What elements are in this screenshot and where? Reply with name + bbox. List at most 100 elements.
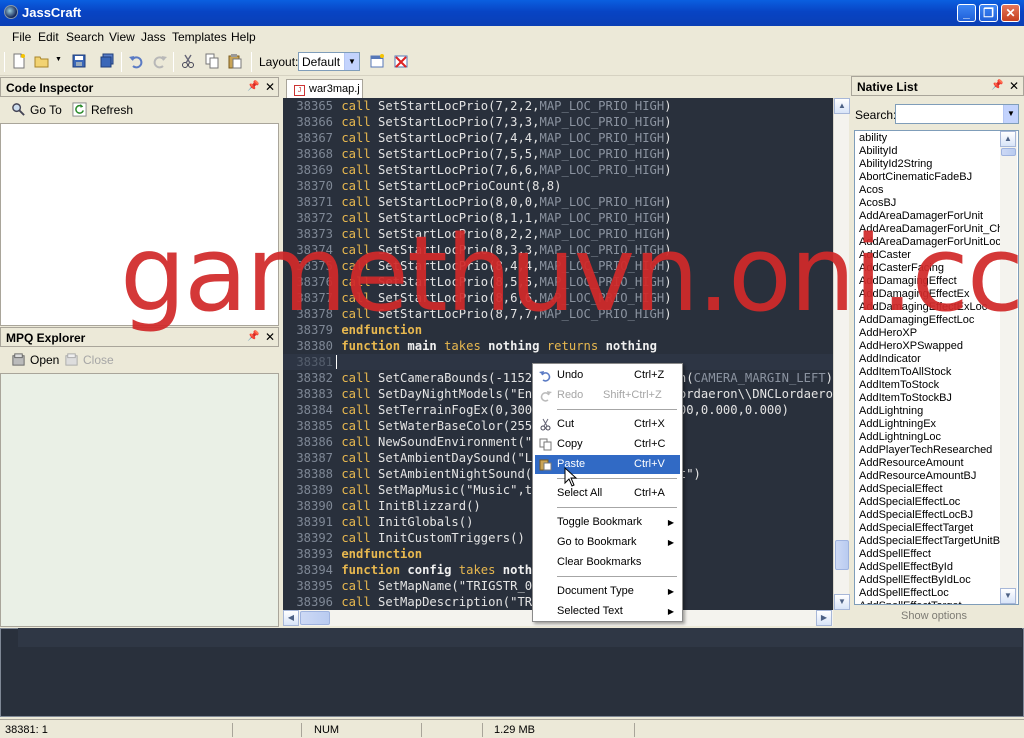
delete-layout-icon[interactable] [393, 53, 409, 69]
menu-jass[interactable]: Jass [141, 30, 166, 44]
code-line: 38366 call SetStartLocPrio(7,3,3,MAP_LOC… [283, 114, 671, 130]
native-list-item[interactable]: AddItemToAllStock [859, 366, 951, 379]
native-list-item[interactable]: AcosBJ [859, 197, 896, 210]
native-list-item[interactable]: Acos [859, 184, 883, 197]
native-list-item[interactable]: AddSpecialEffectTargetUnitBJ [859, 535, 1006, 548]
redo-icon [540, 391, 552, 402]
menu-item-goto-bookmark[interactable]: Go to Bookmark ▶ [535, 533, 680, 552]
native-list-item[interactable]: AbilityId2String [859, 158, 932, 171]
native-list-scrollbar[interactable]: ▲ ▼ [1000, 131, 1017, 604]
scroll-left-icon[interactable]: ◀ [283, 610, 299, 626]
copy-icon[interactable] [204, 53, 220, 69]
native-list-item[interactable]: AddPlayerTechResearched [859, 444, 992, 457]
new-file-icon[interactable] [11, 53, 27, 69]
open-button[interactable]: Open [30, 353, 59, 367]
menu-item-select-all[interactable]: Select All Ctrl+A [535, 484, 680, 503]
native-list-item[interactable]: AddLightningEx [859, 418, 936, 431]
native-list-item[interactable]: AddItemToStockBJ [859, 392, 952, 405]
menu-item-toggle-bookmark[interactable]: Toggle Bookmark ▶ [535, 513, 680, 532]
native-list-item[interactable]: AddIndicator [859, 353, 921, 366]
native-list-item[interactable]: AddSpellEffectTarget [859, 600, 962, 604]
mpq-explorer-tree[interactable] [0, 373, 279, 627]
close-icon[interactable]: ✕ [265, 80, 275, 94]
open-dropdown-icon[interactable]: ▼ [55, 56, 62, 63]
undo-icon[interactable] [128, 53, 144, 69]
menu-item-paste[interactable]: Paste Ctrl+V [535, 455, 680, 474]
close-button[interactable]: ✕ [1001, 4, 1020, 22]
scroll-thumb[interactable] [1001, 148, 1016, 156]
paste-icon[interactable] [227, 53, 243, 69]
pin-icon[interactable]: 📌 [247, 81, 259, 92]
close-icon[interactable]: ✕ [1009, 79, 1019, 93]
chevron-down-icon[interactable]: ▼ [1003, 105, 1018, 123]
native-search-input[interactable]: ▼ [895, 104, 1019, 124]
watermark-text: gamethuvn.oni.cc [120, 213, 1024, 335]
native-list-item[interactable]: AddLightning [859, 405, 923, 418]
line-number: 38387 [296, 451, 333, 465]
native-list[interactable]: ability AbilityId AbilityId2String AbortCin… [854, 130, 1019, 605]
menu-file[interactable]: File [12, 30, 31, 44]
context-menu: Undo Ctrl+Z Redo Shift+Ctrl+Z Cut Ctrl+X… [532, 363, 683, 622]
redo-icon[interactable] [152, 53, 168, 69]
menu-templates[interactable]: Templates [172, 30, 227, 44]
tab-war3map[interactable]: J war3map.j [286, 79, 363, 99]
menu-item-redo[interactable]: Redo Shift+Ctrl+Z [535, 386, 680, 405]
native-list-item[interactable]: AddSpecialEffectLoc [859, 496, 960, 509]
scroll-right-icon[interactable]: ▶ [816, 610, 832, 626]
menu-help[interactable]: Help [231, 30, 256, 44]
native-list-item[interactable]: AddSpellEffectLoc [859, 587, 949, 600]
status-separator [634, 723, 635, 737]
chevron-down-icon[interactable]: ▼ [344, 53, 359, 70]
native-list-item[interactable]: AddSpellEffectByIdLoc [859, 574, 971, 587]
pin-icon[interactable]: 📌 [991, 80, 1003, 91]
native-list-item[interactable]: AddLightningLoc [859, 431, 941, 444]
menu-item-cut[interactable]: Cut Ctrl+X [535, 415, 680, 434]
status-separator [482, 723, 483, 737]
maximize-button[interactable]: ❐ [979, 4, 998, 22]
menu-item-clear-bookmarks[interactable]: Clear Bookmarks [535, 553, 680, 572]
scroll-up-icon[interactable]: ▲ [1000, 131, 1016, 147]
native-list-item[interactable]: AddItemToStock [859, 379, 939, 392]
goto-button[interactable]: Go To [30, 103, 62, 117]
menu-item-copy[interactable]: Copy Ctrl+C [535, 435, 680, 454]
line-number: 38385 [296, 419, 333, 433]
native-list-item[interactable]: AddResourceAmount [859, 457, 964, 470]
native-list-item[interactable]: AddResourceAmountBJ [859, 470, 976, 483]
new-layout-icon[interactable] [369, 53, 385, 69]
menu-edit[interactable]: Edit [38, 30, 59, 44]
cut-icon[interactable] [180, 53, 196, 69]
native-list-item[interactable]: AddSpecialEffectLocBJ [859, 509, 973, 522]
line-code: call SetStartLocPrio(7,5,5,MAP_LOC_PRIO_… [341, 147, 672, 161]
menu-item-document-type[interactable]: Document Type ▶ [535, 582, 680, 601]
menu-item-undo[interactable]: Undo Ctrl+Z [535, 366, 680, 385]
menu-view[interactable]: View [109, 30, 135, 44]
native-list-item[interactable]: ability [859, 132, 887, 145]
native-list-item[interactable]: AddSpecialEffect [859, 483, 943, 496]
refresh-button[interactable]: Refresh [91, 103, 133, 117]
native-list-item[interactable]: AddSpellEffectById [859, 561, 953, 574]
scroll-thumb[interactable] [835, 540, 849, 570]
native-list-item[interactable]: AddSpellEffect [859, 548, 931, 561]
scroll-down-icon[interactable]: ▼ [834, 594, 850, 610]
submenu-arrow-icon: ▶ [667, 518, 674, 527]
save-all-icon[interactable] [99, 53, 115, 69]
scroll-corner [833, 610, 849, 626]
scroll-down-icon[interactable]: ▼ [1000, 588, 1016, 604]
layout-select[interactable]: Default ▼ [298, 52, 360, 71]
show-options-link[interactable]: Show options [901, 610, 967, 622]
native-list-item[interactable]: AbilityId [859, 145, 898, 158]
scroll-thumb[interactable] [300, 611, 330, 625]
native-list-item[interactable]: AddHeroXPSwapped [859, 340, 963, 353]
native-list-item[interactable]: AddSpecialEffectTarget [859, 522, 973, 535]
submenu-arrow-icon: ▶ [667, 587, 674, 596]
close-archive-button[interactable]: Close [83, 353, 114, 367]
editor-vertical-scrollbar[interactable]: ▲ ▼ [833, 98, 850, 610]
scroll-up-icon[interactable]: ▲ [834, 98, 850, 114]
menu-search[interactable]: Search [66, 30, 104, 44]
save-icon[interactable] [71, 53, 87, 69]
menu-item-selected-text[interactable]: Selected Text ▶ [535, 602, 680, 621]
open-folder-icon[interactable] [34, 53, 50, 69]
minimize-button[interactable]: _ [957, 4, 976, 22]
native-list-item[interactable]: AbortCinematicFadeBJ [859, 171, 972, 184]
line-number: 38392 [296, 531, 333, 545]
